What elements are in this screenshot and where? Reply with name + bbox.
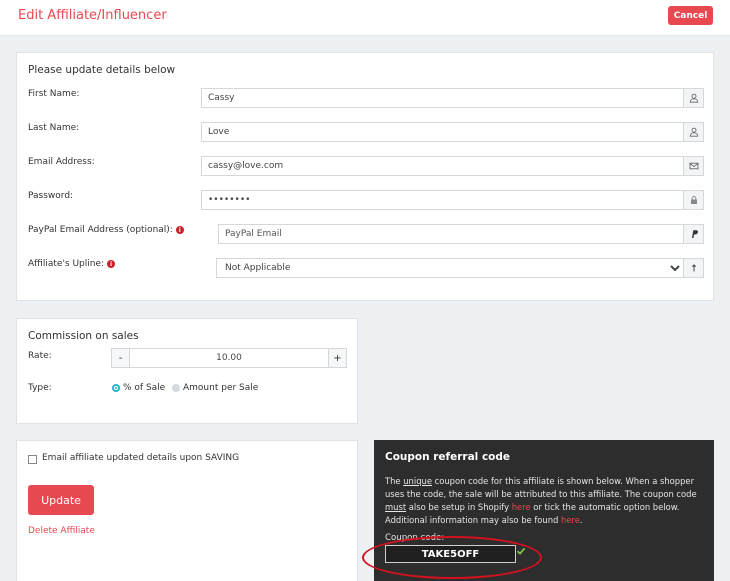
rate-decrement-button[interactable]: - [112, 349, 130, 367]
sort-icon[interactable] [683, 259, 703, 277]
password-label: Password: [28, 191, 74, 201]
type-label: Type: [28, 383, 52, 393]
rate-increment-button[interactable]: + [328, 349, 346, 367]
password-field [201, 190, 704, 210]
commission-card-title: Commission on sales [28, 330, 139, 342]
envelope-icon [683, 157, 703, 175]
user-icon [683, 89, 703, 107]
page-title: Edit Affiliate/Influencer [18, 8, 167, 23]
cancel-button[interactable]: Cancel [668, 6, 713, 25]
first-name-label: First Name: [28, 89, 80, 99]
upline-select[interactable]: Not Applicable [217, 259, 683, 277]
update-button[interactable]: Update [28, 485, 94, 515]
details-card: Please update details below First Name: … [16, 52, 714, 301]
paypal-label: PayPal Email Address (optional): i [28, 225, 184, 235]
rate-stepper: - + [111, 348, 347, 368]
password-input[interactable] [202, 191, 684, 209]
last-name-field [201, 122, 704, 142]
rate-input[interactable] [130, 349, 328, 367]
last-name-input[interactable] [202, 123, 684, 141]
upline-label: Affiliate's Upline: i [28, 259, 116, 269]
shopify-link[interactable]: here [512, 502, 531, 512]
email-affiliate-checkbox[interactable] [28, 455, 37, 464]
more-info-link[interactable]: here [561, 515, 580, 525]
email-affiliate-label: Email affiliate updated details upon SAV… [42, 453, 240, 463]
email-field [201, 156, 704, 176]
commission-card: Commission on sales Rate: - + Type: % of… [16, 318, 358, 424]
email-input[interactable] [202, 157, 684, 175]
details-card-title: Please update details below [28, 64, 176, 76]
emphasis-must: must [385, 502, 407, 512]
paypal-icon [683, 225, 703, 243]
type-option-amount[interactable]: Amount per Sale [172, 383, 258, 393]
email-label: Email Address: [28, 157, 95, 167]
rate-label: Rate: [28, 351, 52, 361]
info-icon: i [175, 226, 184, 234]
first-name-field [201, 88, 704, 108]
annotation-ellipse [362, 536, 542, 579]
radio-unselected[interactable] [172, 384, 180, 392]
upline-field: Not Applicable [216, 258, 704, 278]
user-icon [683, 123, 703, 141]
last-name-label: Last Name: [28, 123, 80, 133]
coupon-card-title: Coupon referral code [385, 451, 511, 463]
info-icon: i [107, 260, 116, 268]
type-option-percent[interactable]: % of Sale [112, 383, 165, 393]
lock-icon [683, 191, 703, 209]
radio-selected[interactable] [112, 384, 120, 392]
delete-affiliate-link[interactable]: Delete Affiliate [28, 526, 95, 536]
paypal-field [218, 224, 704, 244]
coupon-description: The unique coupon code for this affiliat… [385, 476, 697, 525]
paypal-email-input[interactable] [219, 225, 684, 243]
top-bar: Edit Affiliate/Influencer Cancel [0, 0, 730, 36]
emphasis-unique: unique [403, 476, 432, 486]
first-name-input[interactable] [202, 89, 684, 107]
